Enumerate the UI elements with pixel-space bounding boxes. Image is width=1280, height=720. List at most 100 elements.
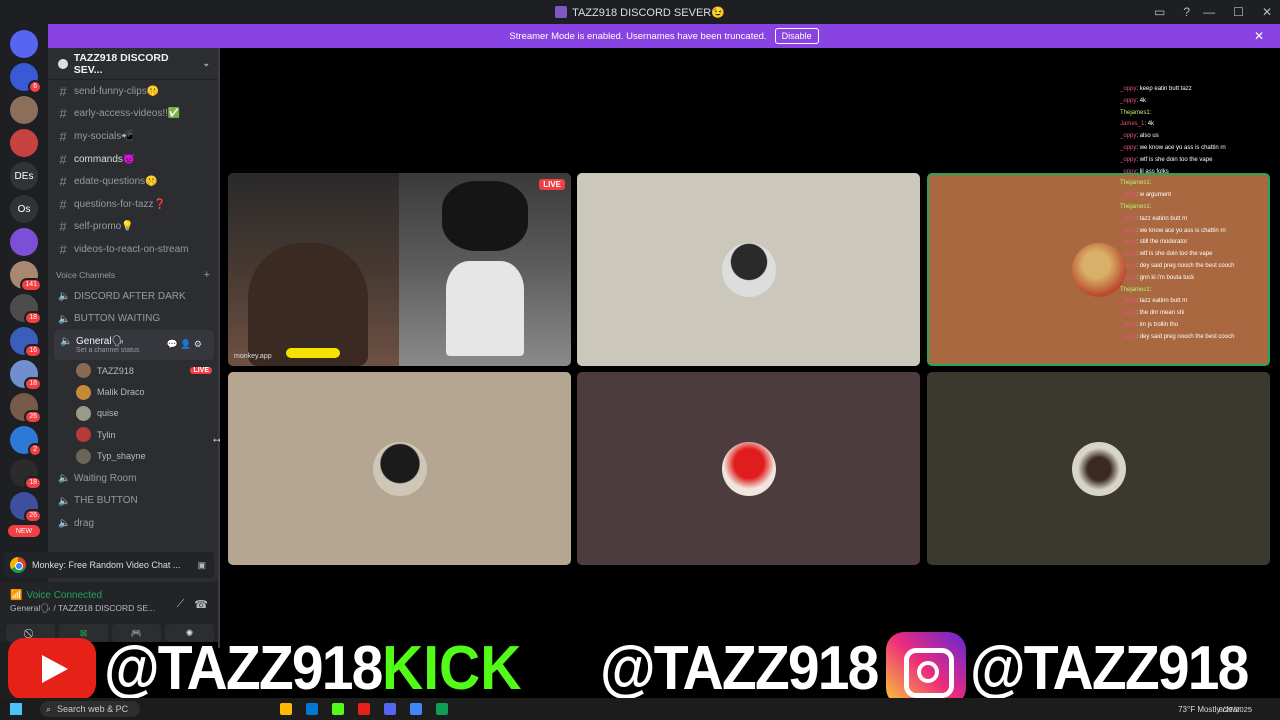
instagram-logo-icon [886,632,966,706]
social-promo-banner: @TAZZ918 KICK @TAZZ918 @TAZZ918 [0,630,1280,706]
member-name: Tylin [97,429,116,440]
chat-text: tazz eatinn butt rn [1139,298,1188,305]
banner-text: Streamer Mode is enabled. Usernames have… [509,30,767,42]
stream-chat-overlay: _oppy: keep eatin butt tazz _oppy: 4k Thej… [1120,84,1270,340]
voice-channel[interactable]: 🔈 DISCORD AFTER DARK [48,285,220,308]
chat-text: dey said preg nooch the best cooch [1139,262,1235,269]
text-channel[interactable]: # self-promo💡 [48,216,220,239]
noise-suppression-icon[interactable]: ⟋ [177,598,185,611]
help-icon[interactable]: ? [1183,5,1190,19]
chat-text: also us [1139,133,1159,140]
server-icon[interactable] [10,228,38,256]
server-icon[interactable]: 141 [10,261,42,292]
server-icon[interactable] [10,96,38,124]
signal-icon: 📶 [10,590,23,601]
voice-channel[interactable]: 🔈 Waiting Room [48,467,220,490]
text-channel[interactable]: # commands😈 [48,148,220,171]
live-badge: LIVE [539,179,565,190]
channel-label: videos-to-react-on-stream [74,243,189,255]
text-channel[interactable]: # questions-for-tazz❓ [48,193,220,216]
windows-start-icon[interactable] [10,703,22,715]
chat-username: Thejames1 [1120,286,1150,293]
voice-channel-label: THE BUTTON [74,495,138,507]
inbox-icon[interactable]: ▭ [1154,5,1165,19]
voice-channel-general[interactable]: 🔈 General🗣 💬 👤 ⚙ Set a channel status [54,329,214,360]
avatar [721,441,776,496]
server-icon[interactable]: 18 [10,294,42,325]
voice-member[interactable]: Typ_shayne [48,446,220,467]
hashtag-icon: # [59,174,67,190]
taskbar-search[interactable]: ⌕ Search web & PC [40,701,140,717]
minimize-button[interactable]: — [1203,5,1215,19]
voice-member[interactable]: Tylin [48,424,220,445]
avatar [76,405,91,421]
disable-streamer-mode-button[interactable]: Disable [774,28,819,44]
text-channel[interactable]: # videos-to-react-on-stream [48,238,220,261]
new-badge: NEW [8,525,40,537]
add-channel-icon[interactable]: + [204,269,210,281]
chat-message: Thejames1: [1120,109,1152,116]
stream-tile[interactable]: LIVE monkey.app [228,173,571,366]
text-channel[interactable]: # my-socials📲 [48,125,220,148]
voice-member[interactable]: Malik Draco [48,381,220,402]
chat-username: _oppy [1120,262,1137,269]
taskbar-app-icon[interactable] [306,703,318,715]
voice-channel[interactable]: 🔈 BUTTON WAITING [48,307,220,330]
server-icon[interactable]: 26 [10,393,42,424]
text-channel[interactable]: # edate-questions🤫 [48,170,220,193]
voice-channels-category[interactable]: Voice Channels + [48,265,220,285]
taskbar-apps [280,703,448,715]
taskbar-app-icon[interactable] [384,703,396,715]
server-label: Os [17,203,31,215]
server-icon[interactable]: 16 [10,327,42,358]
text-channel[interactable]: # send-funny-clips🤫 [48,80,220,103]
avatar [76,363,91,379]
voice-channel[interactable]: 🔈 drag [48,512,220,535]
taskbar-date[interactable]: 8/27/2025 [1219,705,1252,714]
taskbar-app-icon[interactable] [332,703,344,715]
avatar [721,242,776,297]
server-icon[interactable]: Os [10,195,38,223]
participant-tile[interactable] [927,372,1270,565]
mention-badge: 18 [24,377,42,391]
voice-channel[interactable]: 🔈 THE BUTTON [48,489,220,512]
close-button[interactable]: ✕ [1262,5,1272,19]
stream-yellow-button [286,348,340,358]
voice-member[interactable]: quise [48,403,220,424]
taskbar-app-icon[interactable] [358,703,370,715]
screen-share-icon[interactable]: ▣ [197,560,206,571]
chat-username: Thejames1 [1120,180,1150,187]
member-name: TAZZ918 [97,365,134,376]
speaker-icon: 🔈 [58,518,71,530]
server-icon[interactable]: 6 [10,63,42,94]
server-icon[interactable]: 26 [10,492,42,523]
mention-badge: 141 [20,278,42,292]
server-icon[interactable]: 18 [10,459,42,490]
voice-member[interactable]: TAZZ918 LIVE [48,360,220,381]
chat-message: _oppy: tazz eatinn butt rn [1120,298,1188,305]
discord-logo-icon[interactable] [10,30,38,58]
server-icon[interactable]: 2 [10,426,42,457]
maximize-button[interactable]: ☐ [1233,5,1244,19]
text-channel[interactable]: # early-access-videos!!✅ [48,103,220,126]
disconnect-icon[interactable]: ☎ [194,598,208,611]
chat-message: _oppy: the dnr mean shi [1120,310,1185,317]
channel-label: questions-for-tazz❓ [74,198,166,210]
taskbar-app-icon[interactable] [410,703,422,715]
close-icon[interactable]: ✕ [1254,29,1264,43]
activity-card[interactable]: Monkey: Free Random Video Chat ... ▣ [4,552,214,578]
chat-text: we know ace yo ass is chattin rn [1139,227,1226,234]
taskbar-app-icon[interactable] [280,703,292,715]
channel-tools: 💬 👤 ⚙ [166,339,202,350]
server-icon[interactable]: 18 [10,360,42,391]
chat-message: _oppy: lil ass folks [1120,168,1169,175]
server-icon[interactable]: DEs [10,162,38,190]
participant-tile[interactable] [577,372,920,565]
participant-tile[interactable] [228,372,571,565]
server-header[interactable]: TAZZ918 DISCORD SEV... ⌄ [48,48,220,80]
participant-tile[interactable] [577,173,920,366]
hashtag-icon: # [59,219,67,235]
server-icon[interactable] [10,129,38,157]
hashtag-icon: # [59,106,67,122]
taskbar-app-icon[interactable] [436,703,448,715]
